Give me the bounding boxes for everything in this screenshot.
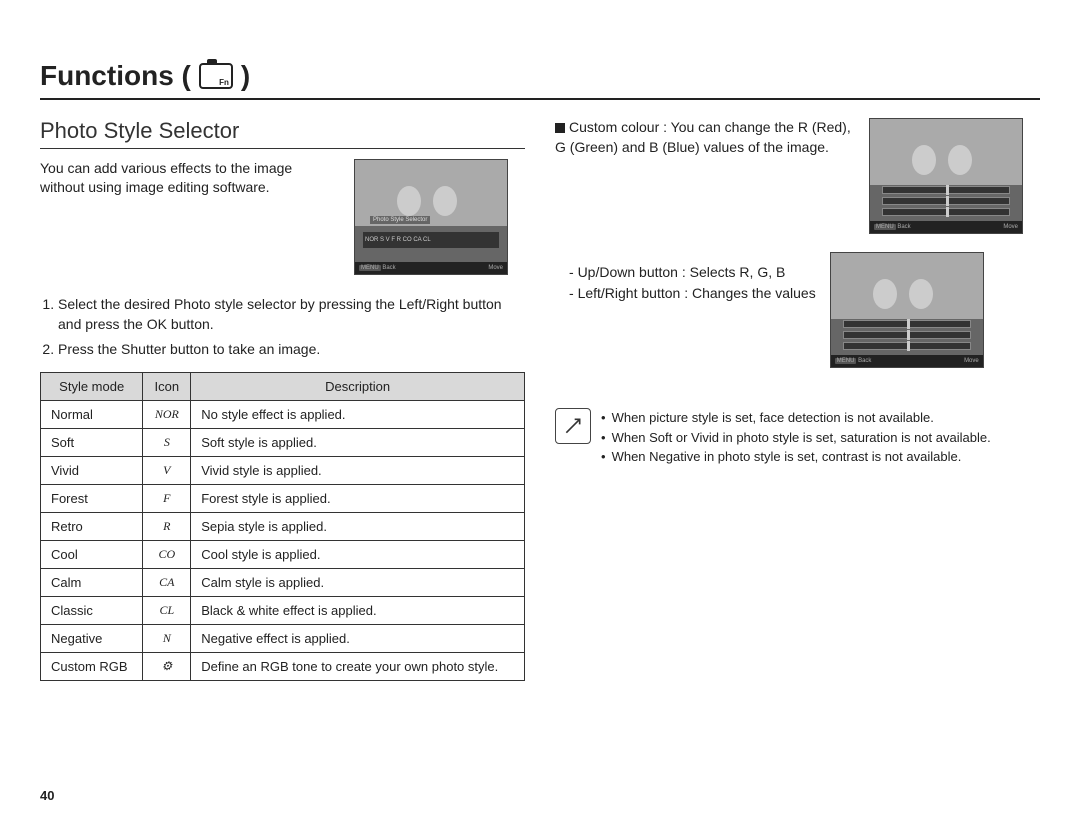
th-style-mode: Style mode (41, 372, 143, 400)
chapter-close: ) (241, 60, 250, 92)
table-row: ClassicCLBlack & white effect is applied… (41, 596, 525, 624)
page-number: 40 (40, 788, 54, 803)
custom-colour-text: Custom colour : You can change the R (Re… (555, 119, 851, 155)
th-description: Description (191, 372, 525, 400)
lcd-preview-style-selector: Photo Style Selector NOR S V F R CO CA C… (354, 159, 508, 275)
lcd-style-icons: NOR S V F R CO CA CL (365, 237, 431, 243)
note-icon (555, 408, 591, 444)
note-box: When picture style is set, face detectio… (555, 408, 1040, 467)
table-row: NormalNORNo style effect is applied. (41, 400, 525, 428)
camera-fn-icon: Fn (199, 63, 233, 89)
step-2: Press the Shutter button to take an imag… (58, 340, 525, 360)
steps-list: Select the desired Photo style selector … (40, 295, 525, 360)
table-row: ForestFForest style is applied. (41, 484, 525, 512)
table-row: SoftSSoft style is applied. (41, 428, 525, 456)
chapter-heading: Functions ( Fn ) (40, 60, 1040, 100)
style-mode-table: Style mode Icon Description NormalNORNo … (40, 372, 525, 681)
lcd-preview-rgb-2: MENU Back Move (830, 252, 984, 368)
table-row: CalmCACalm style is applied. (41, 568, 525, 596)
chapter-text: Functions ( (40, 60, 191, 92)
table-row: VividVVivid style is applied. (41, 456, 525, 484)
th-icon: Icon (143, 372, 191, 400)
step-1: Select the desired Photo style selector … (58, 295, 525, 334)
table-row: NegativeNNegative effect is applied. (41, 624, 525, 652)
note-3: When Negative in photo style is set, con… (601, 447, 991, 467)
leftright-text: Left/Right button : Changes the values (578, 285, 816, 301)
lcd-preview-rgb-1: MENU Back Move (869, 118, 1023, 234)
table-row: RetroRSepia style is applied. (41, 512, 525, 540)
note-1: When picture style is set, face detectio… (601, 408, 991, 428)
square-bullet-icon (555, 123, 565, 133)
table-row: Custom RGB⚙Define an RGB tone to create … (41, 652, 525, 680)
note-2: When Soft or Vivid in photo style is set… (601, 428, 991, 448)
section-title: Photo Style Selector (40, 118, 525, 149)
lcd-label: Photo Style Selector (370, 216, 430, 224)
updown-text: Up/Down button : Selects R, G, B (578, 264, 786, 280)
intro-text: You can add various effects to the image… (40, 159, 340, 197)
table-row: CoolCOCool style is applied. (41, 540, 525, 568)
